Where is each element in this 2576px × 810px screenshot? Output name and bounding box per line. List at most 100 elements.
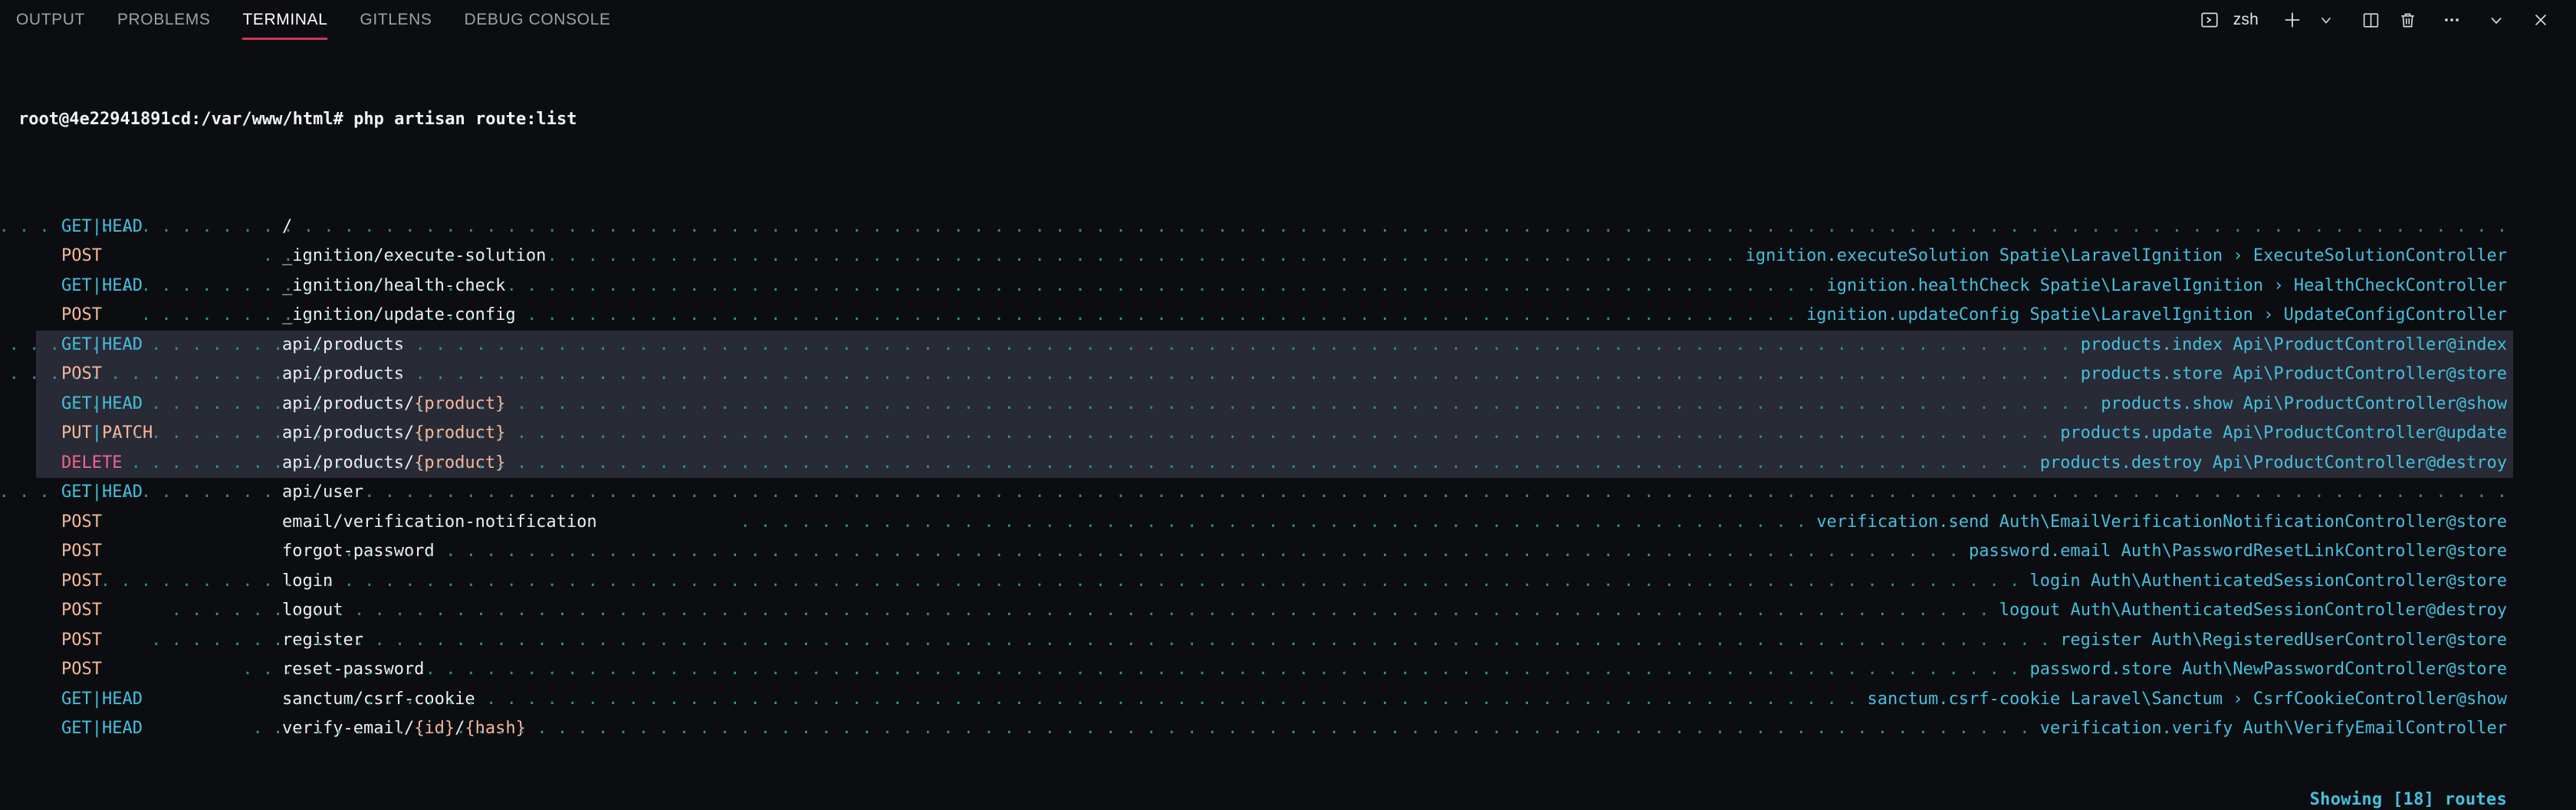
route-row: POSTemail/verification-notification. . .… — [0, 508, 2576, 538]
route-target: . . . . . . . . . . . . . . . . . . . . … — [110, 419, 2507, 449]
split-terminal-icon[interactable] — [2354, 3, 2387, 37]
tab-debug-console[interactable]: DEBUG CONSOLE — [448, 0, 626, 40]
route-dots: . . . . . . . . . . . . . . . . . . . . … — [344, 690, 1858, 709]
route-dots: . . . . . . . . . . . . . . . . . . . . … — [131, 453, 2030, 472]
kill-terminal-icon[interactable] — [2390, 3, 2424, 37]
route-target: . . . . . . . . . . . . . . . . . . . . … — [172, 596, 2507, 626]
route-row: POSTlogin. . . . . . . . . . . . . . . .… — [0, 567, 2576, 597]
terminal-output[interactable]: root@4e22941891cd:/var/www/html# php art… — [0, 40, 2576, 803]
route-target: . . . . . . . . . . . . . . . . . . . . … — [141, 301, 2507, 331]
panel-toolbar: zsh — [2193, 3, 2558, 37]
route-method: POST — [61, 242, 102, 272]
route-name: password.email — [1969, 542, 2111, 561]
route-action: Api\ProductController@update — [2223, 423, 2507, 443]
route-dots: . . . . . . . . . . . . . . . . . . . . … — [253, 719, 2030, 738]
route-dots: . . . . . . . . . . . . . . . . . . . . … — [151, 631, 2050, 650]
route-target: . . . . . . . . . . . . . . . . . . . . … — [253, 714, 2507, 744]
new-terminal-dropdown-icon[interactable] — [2309, 3, 2343, 37]
route-name: password.store — [2029, 660, 2171, 679]
route-row: GET|HEADapi/user. . . . . . . . . . . . … — [0, 478, 2576, 508]
route-row: GET|HEADverify-email/{id}/{hash}. . . . … — [0, 714, 2576, 744]
route-name: products.store — [2081, 364, 2223, 384]
route-method: POST — [61, 655, 102, 685]
route-row: POST_ignition/execute-solution. . . . . … — [0, 242, 2576, 272]
tab-output[interactable]: OUTPUT — [0, 0, 101, 40]
route-action: Auth\PasswordResetLinkController@store — [2121, 542, 2507, 561]
route-method: POST — [61, 596, 102, 626]
tab-label: TERMINAL — [242, 11, 327, 29]
tab-problems[interactable]: PROBLEMS — [101, 0, 227, 40]
new-terminal-icon[interactable] — [2275, 3, 2309, 37]
route-dots: . . . . . . . . . . . . . . . . . . . . … — [70, 394, 2091, 413]
route-target: . . . . . . . . . . . . . . . . . . . . … — [100, 272, 2507, 301]
route-row: DELETEapi/products/{product}. . . . . . … — [0, 449, 2576, 479]
route-name: ignition.healthCheck — [1827, 276, 2030, 295]
route-row: GET|HEAD_ignition/health-check. . . . . … — [0, 272, 2576, 301]
route-row: POSTapi/products. . . . . . . . . . . . … — [0, 360, 2576, 390]
route-action: Api\ProductController@index — [2233, 335, 2507, 354]
route-name: register — [2060, 631, 2141, 650]
route-name: logout — [1999, 601, 2060, 620]
route-dots: . . . . . . . . . . . . . . . . . . . . … — [0, 335, 2070, 354]
route-action: Auth\VerifyEmailController — [2243, 719, 2507, 738]
route-name: products.index — [2081, 335, 2223, 354]
route-action: Auth\AuthenticatedSessionController@stor… — [2091, 571, 2507, 591]
route-target: . . . . . . . . . . . . . . . . . . . . … — [131, 449, 2507, 479]
route-name: verification.send — [1816, 512, 1989, 532]
route-row: GET|HEADapi/products/{product}. . . . . … — [0, 390, 2576, 420]
route-count-footer: Showing [18] routes — [2310, 785, 2507, 810]
route-name: ignition.updateConfig — [1806, 305, 2019, 324]
route-method: GET|HEAD — [61, 685, 143, 715]
route-dots: . . . . . . . . . . . . . . . . . . . . … — [100, 276, 1816, 295]
route-row: POSTreset-password. . . . . . . . . . . … — [0, 655, 2576, 685]
route-dots: . . . . . . . . . . . . . . . . . . . . … — [0, 217, 2507, 236]
tab-gitlens[interactable]: GITLENS — [343, 0, 448, 40]
terminal-icon[interactable] — [2193, 3, 2226, 37]
tab-label: GITLENS — [360, 11, 432, 29]
close-panel-icon[interactable] — [2524, 3, 2558, 37]
route-method: GET|HEAD — [61, 714, 143, 744]
route-action: Auth\NewPasswordController@store — [2182, 660, 2507, 679]
route-row: POSTforgot-password. . . . . . . . . . .… — [0, 537, 2576, 567]
panel-header: OUTPUT PROBLEMS TERMINAL GITLENS DEBUG C… — [0, 0, 2576, 40]
route-row: POST_ignition/update-config. . . . . . .… — [0, 301, 2576, 331]
route-method: POST — [61, 567, 102, 597]
tab-label: PROBLEMS — [117, 11, 211, 29]
route-dots: . . . . . . . . . . . . . . . . . . . . … — [172, 601, 1990, 620]
route-target: . . . . . . . . . . . . . . . . . . . . … — [70, 390, 2507, 420]
route-method: POST — [61, 508, 102, 538]
maximize-panel-icon[interactable] — [2479, 3, 2513, 37]
route-action: Auth\AuthenticatedSessionController@dest… — [2070, 601, 2507, 620]
route-dots: . . . . . . . . . . . . . . . . . . . . … — [0, 482, 2507, 502]
route-list: GET|HEAD/. . . . . . . . . . . . . . . .… — [0, 212, 2576, 744]
route-name: sanctum.csrf-cookie — [1868, 690, 2061, 709]
route-method: POST — [61, 537, 102, 567]
route-row: PUT|PATCHapi/products/{product}. . . . .… — [0, 419, 2576, 449]
route-row: GET|HEADapi/products. . . . . . . . . . … — [0, 331, 2576, 361]
route-action: Api\ProductController@store — [2233, 364, 2507, 384]
more-actions-icon[interactable] — [2435, 3, 2469, 37]
panel-tabs: OUTPUT PROBLEMS TERMINAL GITLENS DEBUG C… — [0, 0, 627, 40]
tab-terminal[interactable]: TERMINAL — [226, 0, 343, 40]
route-row: GET|HEADsanctum/csrf-cookie. . . . . . .… — [0, 685, 2576, 715]
route-name: ignition.executeSolution — [1746, 246, 1990, 265]
route-dots: . . . . . . . . . . . . . . . . . . . . … — [263, 246, 1736, 265]
route-target: . . . . . . . . . . . . . . . . . . . . … — [740, 508, 2507, 538]
route-dots: . . . . . . . . . . . . . . . . . . . . … — [740, 512, 1806, 532]
tab-label: DEBUG CONSOLE — [464, 11, 610, 29]
route-action: Spatie\LaravelIgnition › UpdateConfigCon… — [2029, 305, 2507, 324]
route-target: . . . . . . . . . . . . . . . . . . . . … — [151, 626, 2507, 656]
route-target: . . . . . . . . . . . . . . . . . . . . … — [0, 331, 2507, 361]
route-name: products.destroy — [2040, 453, 2203, 472]
route-target: . . . . . . . . . . . . . . . . . . . . … — [344, 537, 2507, 567]
route-action: Spatie\LaravelIgnition › HealthCheckCont… — [2040, 276, 2507, 295]
route-name: verification.verify — [2040, 719, 2233, 738]
route-target: . . . . . . . . . . . . . . . . . . . . … — [0, 478, 2507, 508]
route-action: Api\ProductController@destroy — [2213, 453, 2507, 472]
route-method: POST — [61, 301, 102, 331]
route-action: Auth\EmailVerificationNotificationContro… — [1999, 512, 2507, 532]
route-dots: . . . . . . . . . . . . . . . . . . . . … — [344, 542, 1959, 561]
route-dots: . . . . . . . . . . . . . . . . . . . . … — [110, 423, 2050, 443]
route-action: Api\ProductController@show — [2243, 394, 2507, 413]
route-row: GET|HEAD/. . . . . . . . . . . . . . . .… — [0, 212, 2576, 242]
